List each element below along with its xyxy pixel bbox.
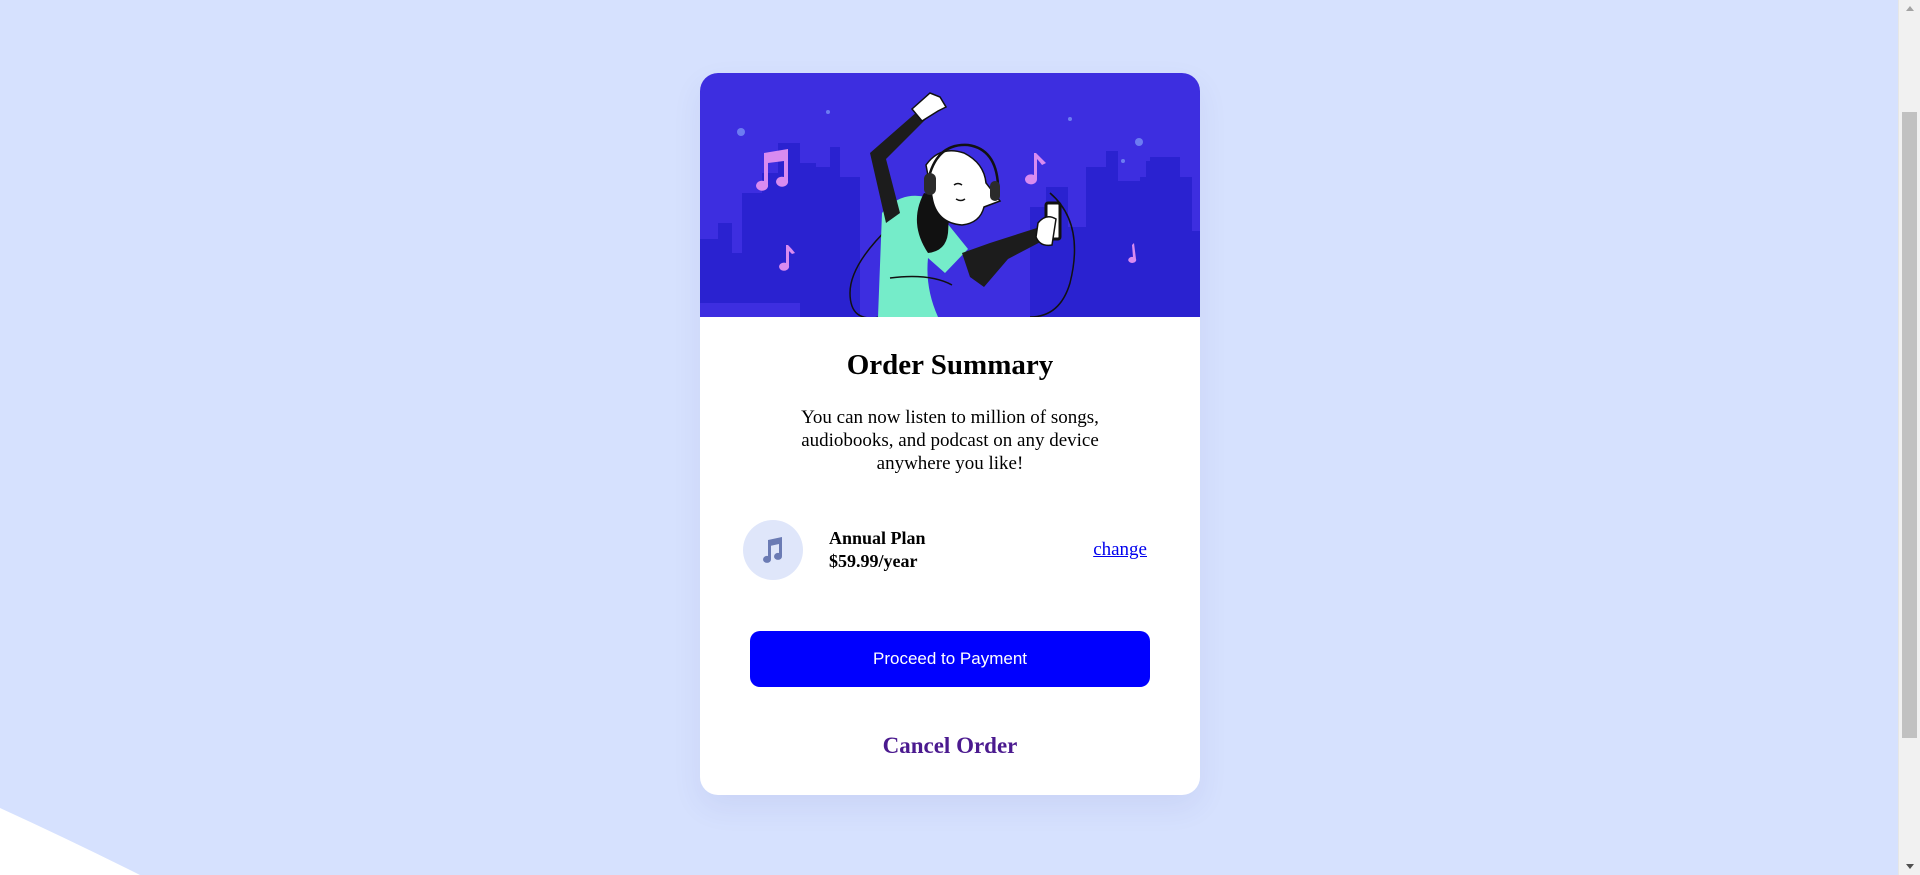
change-plan-link[interactable]: change: [1093, 539, 1147, 561]
plan-name: Annual Plan: [829, 528, 926, 548]
cancel-order-button[interactable]: Cancel Order: [700, 733, 1200, 759]
plan-summary: Annual Plan $59.99/year change: [743, 520, 1147, 580]
music-note-icon: [743, 520, 803, 580]
scroll-up-arrow-icon[interactable]: [1905, 6, 1914, 11]
scrollbar-thumb[interactable]: [1902, 112, 1917, 738]
order-summary-card: Order Summary You can now listen to mill…: [700, 73, 1200, 795]
scroll-down-arrow-icon[interactable]: [1905, 864, 1914, 869]
order-description: You can now listen to million of songs, …: [801, 407, 1099, 474]
page-scrollbar[interactable]: [1898, 0, 1920, 875]
hero-illustration: [700, 73, 1200, 317]
order-summary-title: Order Summary: [846, 349, 1054, 381]
plan-price: $59.99/year: [829, 551, 918, 571]
proceed-to-payment-button[interactable]: Proceed to Payment: [750, 631, 1150, 687]
